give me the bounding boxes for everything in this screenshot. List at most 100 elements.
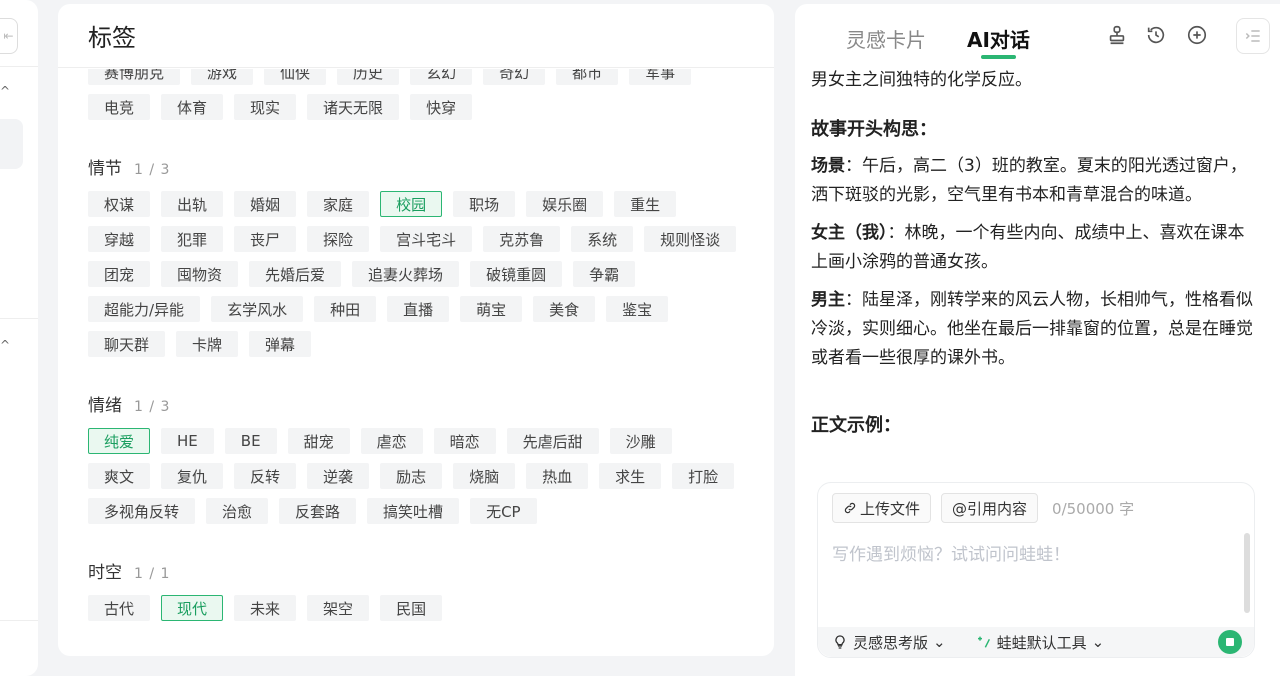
tag-chip[interactable]: 都市 (556, 69, 619, 85)
tag-chip[interactable]: 暗恋 (433, 428, 496, 454)
tag-chip[interactable]: 烧脑 (453, 463, 516, 489)
tag-chip[interactable]: 犯罪 (161, 226, 224, 252)
tag-chip[interactable]: 诸天无限 (307, 94, 400, 120)
tag-chip[interactable]: 美食 (533, 296, 596, 322)
tag-chip[interactable]: 治愈 (206, 498, 269, 524)
tag-chip[interactable]: 克苏鲁 (483, 226, 561, 252)
tag-chip[interactable]: 甜宠 (287, 428, 350, 454)
tools-select[interactable]: 蛙蛙默认工具 ⌄ (976, 632, 1104, 653)
tag-chip[interactable]: 系统 (571, 226, 634, 252)
input-scrollbar[interactable] (1244, 533, 1250, 613)
tag-chip[interactable]: 军事 (629, 69, 692, 85)
tag-chip[interactable]: 打脸 (672, 463, 735, 489)
tag-chip[interactable]: 架空 (307, 595, 370, 621)
tag-chip[interactable]: 反转 (234, 463, 297, 489)
tab-ai-chat[interactable]: AI对话 (967, 24, 1030, 59)
tag-chip[interactable]: 先虐后甜 (506, 428, 599, 454)
model-select[interactable]: 灵感思考版 ⌄ (832, 632, 946, 653)
message-paragraph: 女主（我）：林晚，一个有些内向、成绩中上、喜欢在课本上画小涂鸦的普通女孩。 (811, 219, 1258, 277)
tag-chip[interactable]: 萌宝 (460, 296, 523, 322)
tag-chip[interactable]: HE (161, 428, 214, 454)
tag-chip[interactable]: 弹幕 (249, 331, 312, 357)
tag-chip[interactable]: 丧尸 (234, 226, 297, 252)
upload-file-button[interactable]: 上传文件 (832, 493, 932, 523)
tag-chip[interactable]: 囤物资 (161, 261, 239, 287)
tag-chip[interactable]: 未来 (234, 595, 297, 621)
chat-message-area[interactable]: 男女主之间独特的化学反应。 故事开头构思： 场景：午后，高二（3）班的教室。夏末… (811, 66, 1258, 466)
tag-chip[interactable]: 爽文 (88, 463, 151, 489)
tag-chip[interactable]: 复仇 (161, 463, 224, 489)
tag-chip[interactable]: 穿越 (88, 226, 151, 252)
tag-chip[interactable]: 娱乐圈 (526, 191, 604, 217)
tag-chip[interactable]: 历史 (337, 69, 400, 85)
tag-chip[interactable]: 游戏 (191, 69, 254, 85)
tag-chip[interactable]: 校园 (380, 191, 443, 217)
tag-chip[interactable]: 超能力/异能 (88, 296, 201, 322)
tag-chip[interactable]: 争霸 (573, 261, 636, 287)
tag-chip[interactable]: 古代 (88, 595, 151, 621)
tag-chip[interactable]: 无CP (470, 498, 537, 524)
tag-chip[interactable]: 沙雕 (609, 428, 672, 454)
tag-chip[interactable]: 种田 (314, 296, 377, 322)
history-icon[interactable] (1145, 24, 1167, 46)
tag-chip[interactable]: 婚姻 (234, 191, 297, 217)
tag-chip[interactable]: 权谋 (88, 191, 151, 217)
tag-chip[interactable]: 仙侠 (264, 69, 327, 85)
section-name: 时空 (88, 563, 122, 583)
tag-chip[interactable]: 快穿 (410, 94, 473, 120)
tag-chip[interactable]: 鉴宝 (606, 296, 669, 322)
tag-group: 权谋 出轨 婚姻 家庭 校园 职场 娱乐圈 重生穿越 犯罪 丧尸 探险 宫斗宅斗 克苏鲁 系统 规则怪谈团宠… (88, 191, 738, 357)
tag-chip[interactable]: 现代 (161, 595, 224, 621)
stamp-icon[interactable] (1106, 24, 1128, 46)
chevron-up-icon[interactable]: ^ (0, 338, 10, 352)
tag-chip[interactable]: 团宠 (88, 261, 151, 287)
heroine-label: 女主（我） (811, 223, 888, 243)
tag-chip[interactable]: 奇幻 (483, 69, 546, 85)
tag-chip[interactable]: 玄幻 (410, 69, 473, 85)
tag-chip[interactable]: 出轨 (161, 191, 224, 217)
tag-chip[interactable]: 聊天群 (88, 331, 166, 357)
section-count: 1 / 3 (134, 399, 171, 415)
tag-chip[interactable]: 体育 (161, 94, 224, 120)
tag-chip[interactable]: 热血 (526, 463, 589, 489)
chat-input-box: 上传文件 @引用内容 0/50000 字 灵感思考版 ⌄ 蛙蛙默认工具 (817, 482, 1255, 658)
tag-chip[interactable]: 直播 (387, 296, 450, 322)
tag-chip[interactable]: 反套路 (279, 498, 357, 524)
tag-chip[interactable]: 职场 (453, 191, 516, 217)
tag-chip[interactable]: 追妻火葬场 (352, 261, 460, 287)
tag-chip[interactable]: 逆袭 (307, 463, 370, 489)
tag-chip[interactable]: 先婚后爱 (249, 261, 342, 287)
section-title: 时空 1 / 1 (88, 558, 754, 583)
tag-scroll-area[interactable]: 赛博朋克 游戏 仙侠 历史 玄幻 奇幻 都市 军事 电竞 体育 现实 诸天无限 快穿 情节 1 / 3 权谋出… (58, 69, 774, 656)
tag-chip[interactable]: 家庭 (307, 191, 370, 217)
tab-inspiration-cards[interactable]: 灵感卡片 (846, 24, 926, 53)
send-button[interactable] (1218, 630, 1242, 654)
add-circle-icon[interactable] (1186, 24, 1208, 46)
tag-chip[interactable]: 求生 (599, 463, 662, 489)
tag-chip[interactable]: 搞笑吐槽 (367, 498, 460, 524)
tag-chip[interactable]: 规则怪谈 (644, 226, 737, 252)
tag-chip[interactable]: 电竞 (88, 94, 151, 120)
tag-chip[interactable]: 民国 (380, 595, 443, 621)
collapse-sidebar-button[interactable]: ⇤ (0, 18, 18, 54)
tag-chip[interactable]: 励志 (380, 463, 443, 489)
tag-chip[interactable]: 探险 (307, 226, 370, 252)
quote-content-button[interactable]: @引用内容 (941, 493, 1039, 523)
tag-chip[interactable]: 玄学风水 (211, 296, 304, 322)
chevron-up-icon[interactable]: ^ (0, 84, 10, 98)
tag-chip[interactable]: 现实 (234, 94, 297, 120)
chat-panel: 灵感卡片 AI对话 男女主之间独特的化学反应。 故事开头构思： 场景：午后，高二… (795, 4, 1280, 676)
tag-chip[interactable]: 破镜重圆 (470, 261, 563, 287)
tag-chip[interactable]: 多视角反转 (88, 498, 196, 524)
tag-chip[interactable]: 虐恋 (360, 428, 423, 454)
sidebar-active-item[interactable] (0, 119, 23, 169)
prompt-input[interactable] (832, 535, 1232, 575)
tag-chip[interactable]: 宫斗宅斗 (380, 226, 473, 252)
collapse-panel-button[interactable] (1236, 18, 1270, 54)
tag-chip[interactable]: 卡牌 (176, 331, 239, 357)
tag-group: 古代 现代 未来 架空 民国 (88, 595, 738, 621)
tag-chip[interactable]: 纯爱 (88, 428, 151, 454)
tag-chip[interactable]: 赛博朋克 (88, 69, 181, 85)
tag-chip[interactable]: BE (224, 428, 277, 454)
tag-chip[interactable]: 重生 (614, 191, 677, 217)
